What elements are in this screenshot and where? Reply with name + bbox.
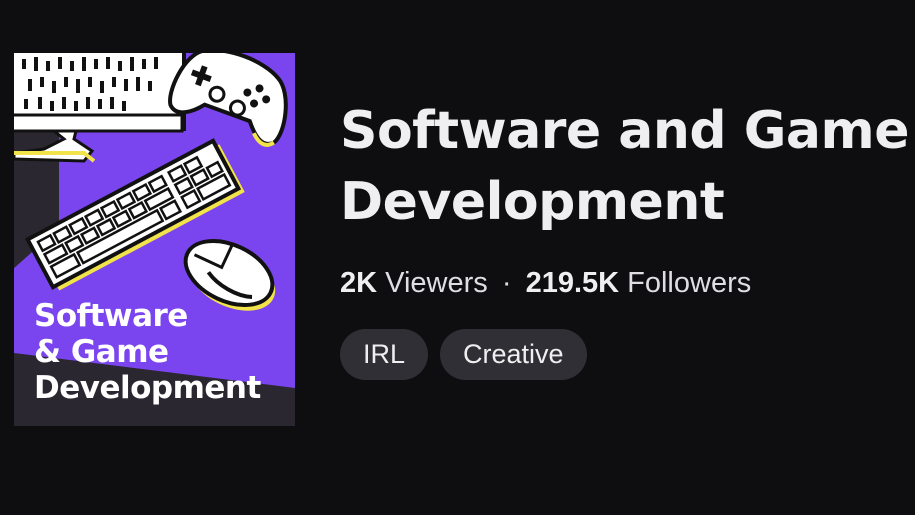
category-box-art[interactable]: Software & Game Development [14, 53, 295, 426]
followers-label: Followers [627, 267, 752, 299]
stats-separator: · [501, 267, 512, 299]
followers-count: 219.5K [525, 267, 620, 299]
tag-creative[interactable]: Creative [440, 329, 587, 380]
box-art-title: Software & Game Development [34, 298, 261, 406]
category-title-line-1: Software and Game [340, 101, 909, 161]
viewers-count: 2K [340, 267, 378, 299]
category-title-line-2: Development [340, 172, 725, 232]
box-art-title-line: Software [34, 298, 188, 334]
category-stats: 2K Viewers · 219.5K Followers [340, 266, 910, 300]
category-title: Software and Game Development [340, 96, 910, 238]
category-header: Software & Game Development Software and… [0, 0, 915, 515]
viewers-label: Viewers [385, 267, 488, 299]
box-art-title-line: Development [34, 370, 261, 406]
tag-irl[interactable]: IRL [340, 329, 429, 380]
category-info: Software and Game Development 2K Viewers… [340, 96, 910, 380]
box-art-title-line: & Game [34, 334, 169, 370]
tag-list: IRL Creative [340, 329, 910, 380]
